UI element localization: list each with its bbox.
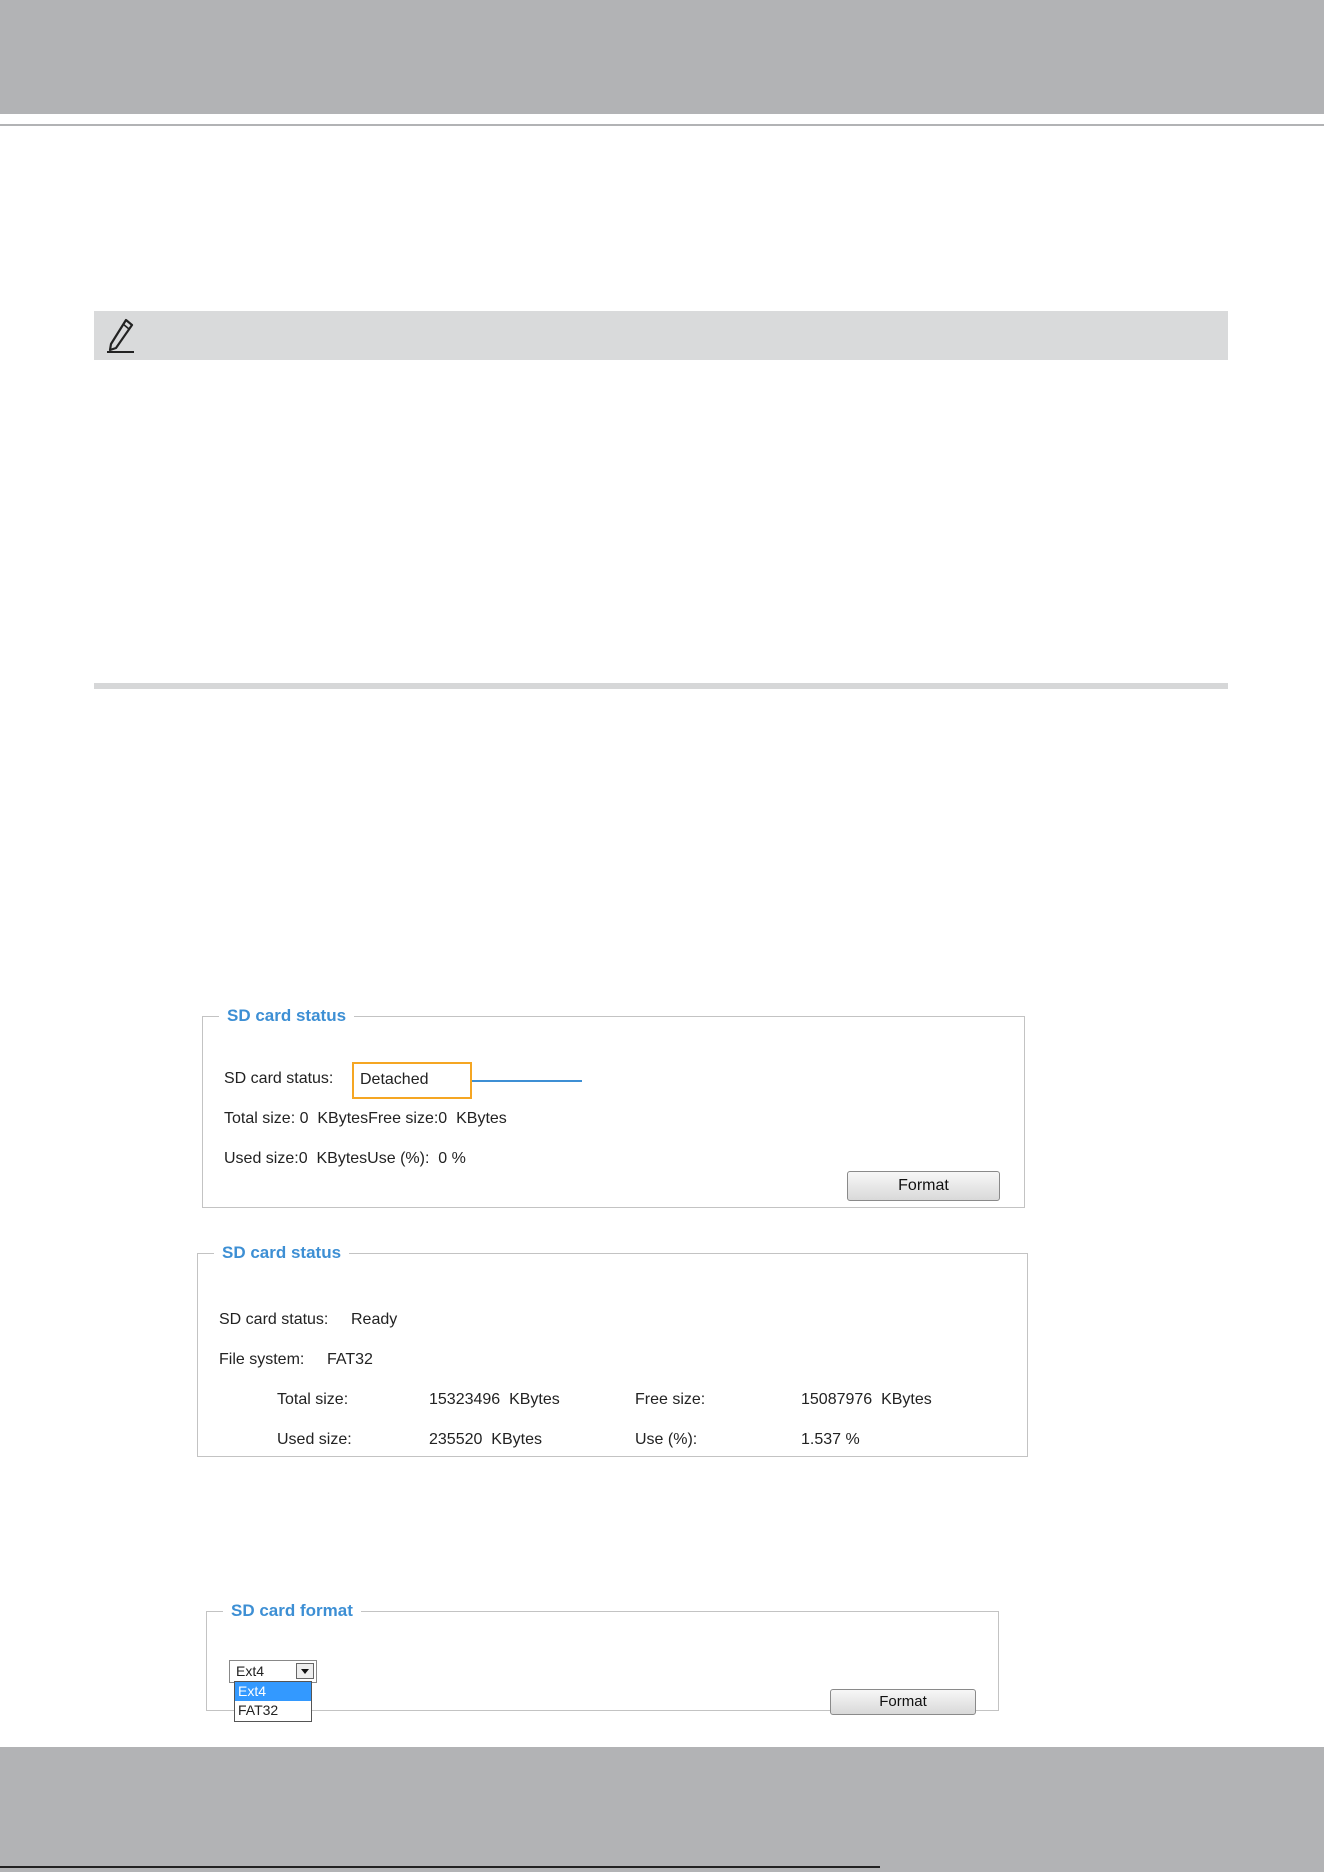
pencil-icon	[107, 318, 134, 353]
filesystem-dropdown-list: Ext4 FAT32	[234, 1681, 312, 1722]
used-size-value: 235520 KBytes	[429, 1431, 542, 1448]
page-footer-bar	[0, 1747, 1324, 1872]
status-label: SD card status:	[219, 1311, 329, 1328]
format-button[interactable]: Format	[830, 1689, 976, 1715]
panel-legend: SD card status	[227, 1006, 347, 1025]
total-size-label: Total size:	[277, 1391, 349, 1408]
sd-card-status-panel-ready: SD card status SD card status: Ready Fil…	[197, 1243, 1028, 1457]
used-size-label: Used size:	[277, 1431, 352, 1448]
format-button[interactable]: Format	[847, 1171, 1000, 1201]
sd-card-status-panel-detached: SD card status SD card status: Detached …	[202, 1006, 1025, 1208]
footer-line	[0, 1866, 880, 1868]
file-system-label: File system:	[219, 1351, 305, 1368]
free-size-value: 15087976 KBytes	[801, 1391, 932, 1408]
use-percent-value: 1.537 %	[801, 1431, 860, 1448]
use-percent-label: Use (%):	[635, 1431, 698, 1448]
status-label: SD card status:	[224, 1070, 334, 1087]
note-bar	[94, 311, 1228, 360]
header-rule	[0, 124, 1324, 126]
total-free-size-line: Total size: 0 KBytesFree size:0 KBytes	[224, 1110, 507, 1127]
panel-legend: SD card status	[222, 1243, 342, 1262]
status-value: Detached	[360, 1071, 429, 1088]
sd-card-format-panel: SD card format Ext4 Ext4 FAT32 Format	[206, 1601, 999, 1722]
used-size-line: Used size:0 KBytesUse (%): 0 %	[224, 1150, 466, 1167]
chevron-down-icon[interactable]	[296, 1663, 314, 1679]
status-value-highlight: Detached	[352, 1062, 472, 1099]
total-size-value: 15323496 KBytes	[429, 1391, 560, 1408]
free-size-label: Free size:	[635, 1391, 706, 1408]
section-divider	[94, 683, 1228, 689]
option-fat32[interactable]: FAT32	[235, 1701, 311, 1720]
select-value: Ext4	[236, 1663, 265, 1679]
panel-legend: SD card format	[231, 1601, 353, 1620]
status-value: Ready	[351, 1311, 398, 1328]
page-header-bar	[0, 0, 1324, 114]
filesystem-select[interactable]: Ext4	[229, 1660, 317, 1683]
option-ext4[interactable]: Ext4	[235, 1682, 311, 1701]
callout-line	[472, 1080, 582, 1082]
file-system-value: FAT32	[327, 1351, 373, 1368]
